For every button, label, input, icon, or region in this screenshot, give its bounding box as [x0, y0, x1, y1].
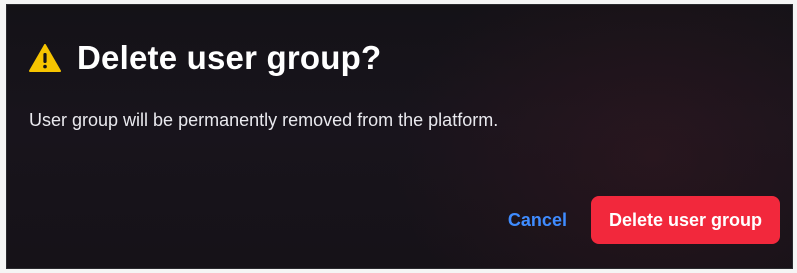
- delete-user-group-dialog: Delete user group? User group will be pe…: [6, 4, 793, 269]
- warning-triangle-icon: [29, 43, 61, 72]
- cancel-button[interactable]: Cancel: [508, 202, 567, 239]
- dialog-actions: Cancel Delete user group: [508, 196, 780, 244]
- dialog-title: Delete user group?: [77, 39, 382, 76]
- dialog-message: User group will be permanently removed f…: [29, 110, 499, 130]
- dialog-header: Delete user group?: [29, 41, 381, 74]
- delete-user-group-button[interactable]: Delete user group: [590, 196, 780, 244]
